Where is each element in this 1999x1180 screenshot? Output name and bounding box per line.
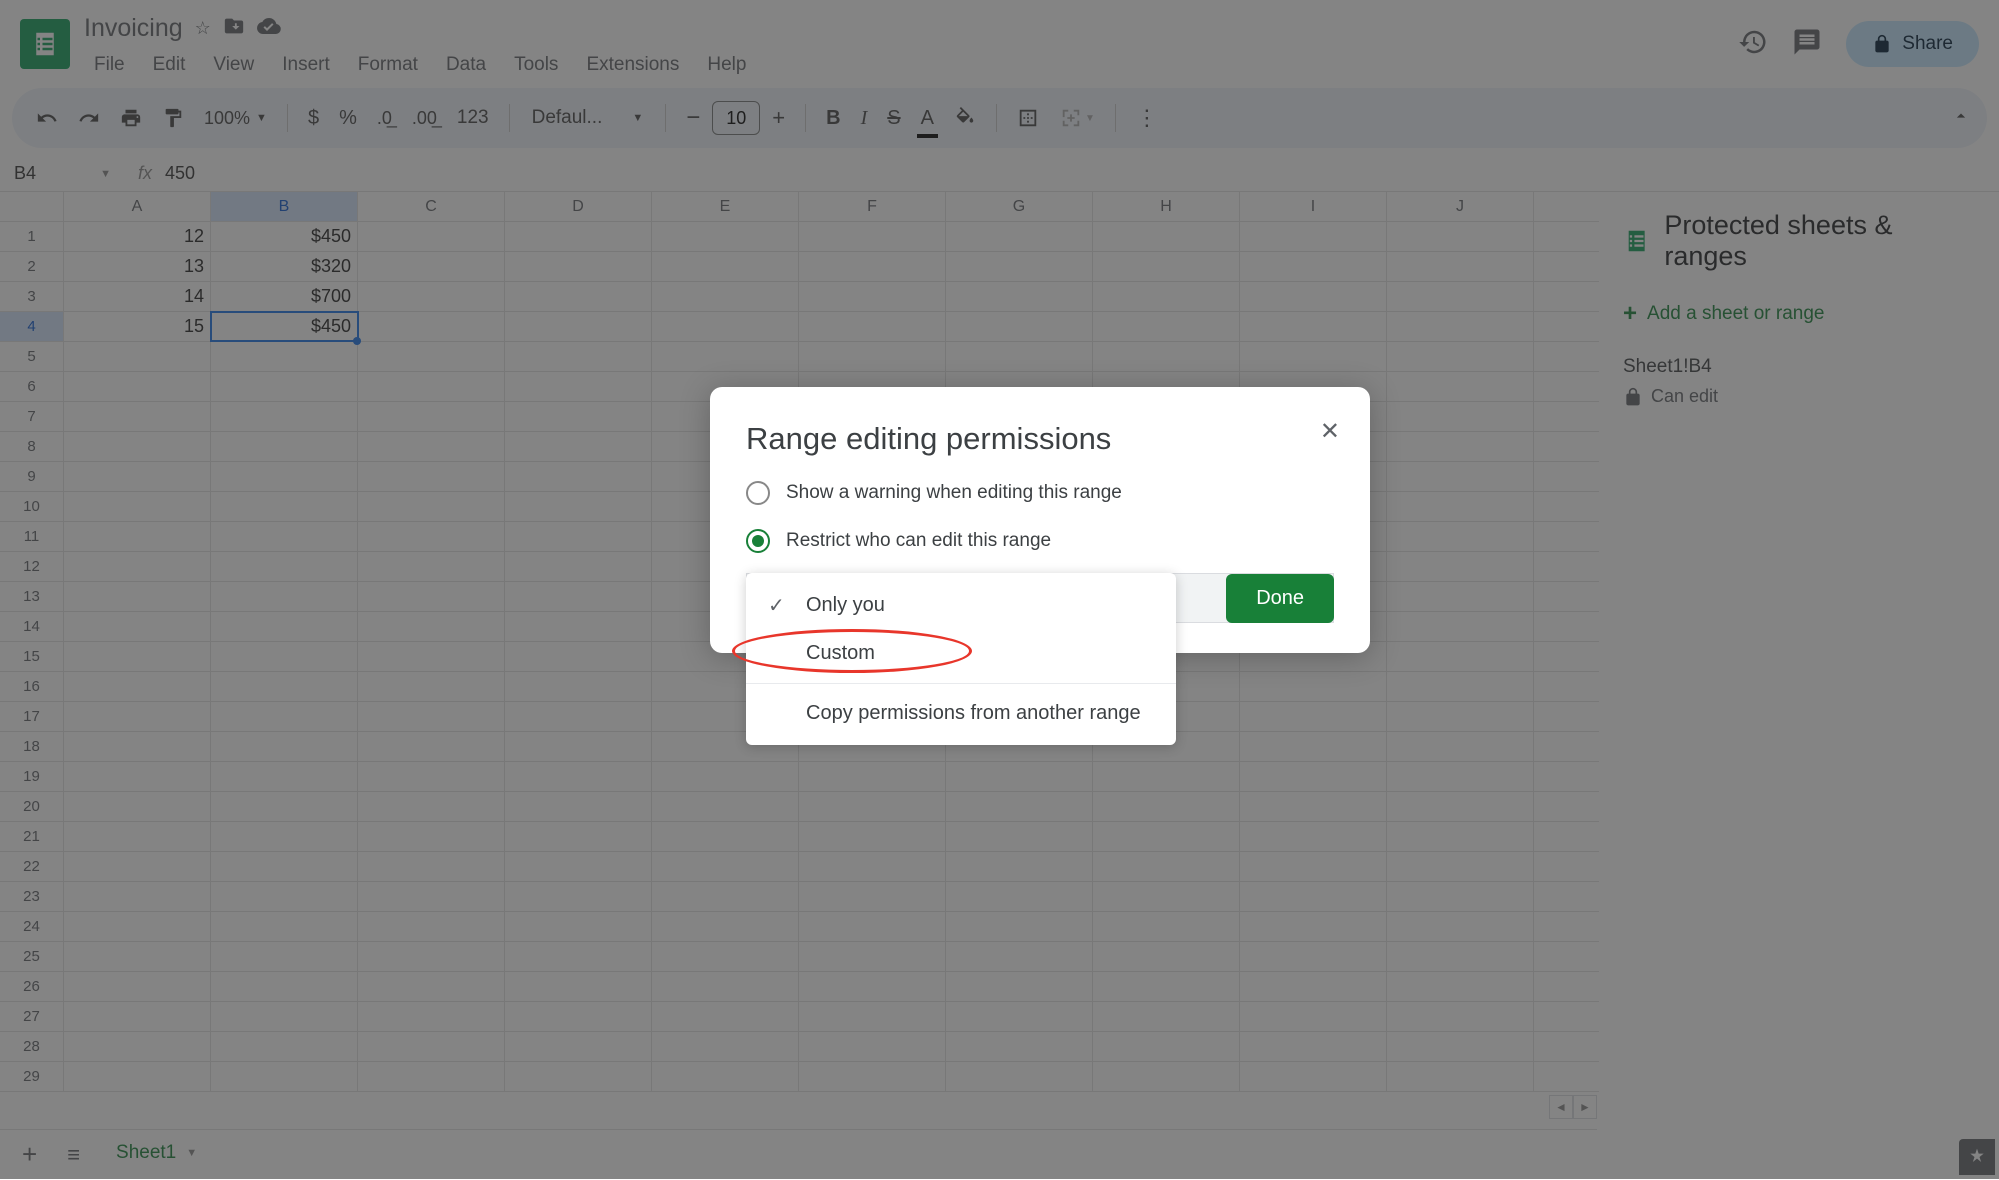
- radio-unchecked-icon: [746, 481, 770, 505]
- close-icon[interactable]: ✕: [1320, 417, 1340, 446]
- option-restrict[interactable]: Restrict who can edit this range: [746, 529, 1334, 553]
- dialog-title: Range editing permissions: [746, 421, 1334, 457]
- dropdown-menu: ✓ Only you Custom Copy permissions from …: [746, 573, 1176, 745]
- radio-checked-icon: [746, 529, 770, 553]
- option-show-warning[interactable]: Show a warning when editing this range: [746, 481, 1334, 505]
- dropdown-option-custom[interactable]: Custom: [746, 630, 1176, 677]
- dropdown-option-only-you[interactable]: ✓ Only you: [746, 581, 1176, 630]
- done-button[interactable]: Done: [1226, 574, 1334, 623]
- range-permissions-dialog: Range editing permissions ✕ Show a warni…: [710, 387, 1370, 653]
- dropdown-option-copy-permissions[interactable]: Copy permissions from another range: [746, 690, 1176, 737]
- check-icon: ✓: [768, 593, 788, 618]
